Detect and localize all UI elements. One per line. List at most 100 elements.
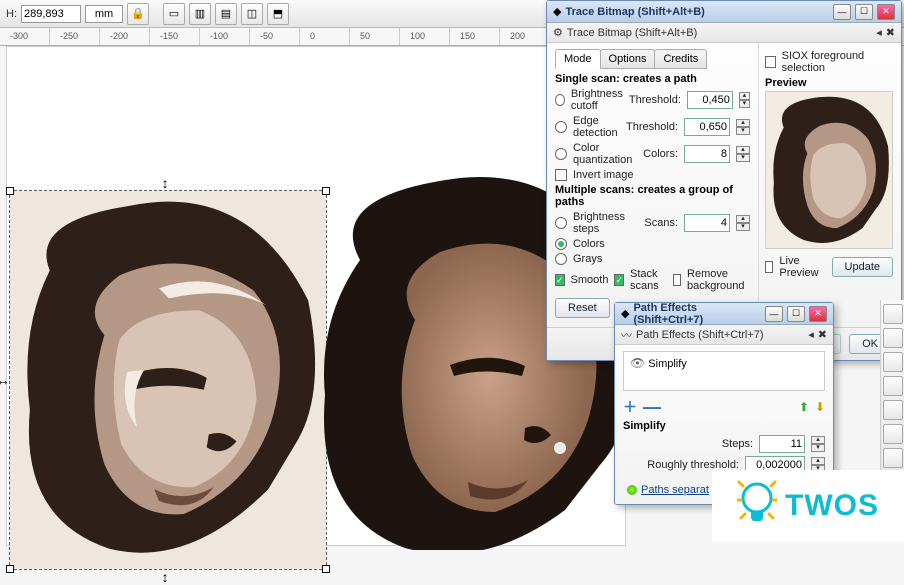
tool-icon-2[interactable]: ▥: [189, 3, 211, 25]
tool-icon-1[interactable]: ▭: [163, 3, 185, 25]
selection-handle-sw[interactable]: [6, 565, 14, 573]
removebg-label: Remove background: [687, 268, 750, 292]
radio-edge[interactable]: [555, 121, 567, 133]
tool-text-icon[interactable]: [883, 424, 903, 444]
threshold2-spinner[interactable]: ▴▾: [736, 119, 750, 135]
close-button[interactable]: ✕: [877, 4, 895, 20]
tool-align-icon[interactable]: [883, 400, 903, 420]
height-input[interactable]: [21, 5, 81, 23]
minimize-button[interactable]: —: [765, 306, 783, 322]
selection-arrow-n[interactable]: ↕: [162, 175, 169, 191]
live-label: Live Preview: [779, 255, 819, 279]
led-icon: [627, 485, 637, 495]
selection-handle-se[interactable]: [322, 565, 330, 573]
update-button[interactable]: Update: [832, 257, 893, 277]
steps-spinner[interactable]: ▴▾: [811, 436, 825, 452]
maximize-button[interactable]: ☐: [787, 306, 805, 322]
close-button[interactable]: ✕: [809, 306, 827, 322]
move-up-button[interactable]: ⬆: [799, 400, 809, 414]
check-siox[interactable]: [765, 56, 776, 68]
traced-vector-object[interactable]: ↕ ↕ ↔ ↔: [9, 190, 327, 570]
unit-selector[interactable]: mm: [85, 5, 123, 23]
tool-icon-4[interactable]: ◫: [241, 3, 263, 25]
move-down-button[interactable]: ⬇: [815, 400, 825, 414]
trace-titlebar[interactable]: ◆ Trace Bitmap (Shift+Alt+B) — ☐ ✕: [547, 1, 901, 23]
close-icon[interactable]: ✖: [818, 328, 827, 341]
steps-input[interactable]: [759, 435, 805, 453]
trace-tabs: Mode Options Credits: [555, 49, 750, 69]
smooth-label: Smooth: [571, 274, 609, 286]
tab-mode[interactable]: Mode: [555, 49, 601, 69]
lightbulb-icon: [737, 480, 777, 532]
steps-label: Steps:: [623, 438, 753, 450]
stack-label: Stack scans: [630, 268, 667, 292]
tool-doc-icon[interactable]: [883, 328, 903, 348]
threshold1-input[interactable]: [687, 91, 733, 109]
check-invert[interactable]: [555, 169, 567, 181]
edge-label: Edge detection: [573, 115, 620, 139]
brightness-label: Brightness cutoff: [571, 88, 623, 112]
tool-icon-5[interactable]: ⬒: [267, 3, 289, 25]
tool-icon-3[interactable]: ▤: [215, 3, 237, 25]
trace-subbar: ⚙ Trace Bitmap (Shift+Alt+B) ◂ ✖: [547, 23, 901, 43]
remove-effect-button[interactable]: —: [643, 403, 661, 411]
patheff-subbar: 〰 Path Effects (Shift+Ctrl+7) ◂ ✖: [615, 325, 833, 345]
gear-icon: ⚙: [553, 26, 563, 39]
check-live[interactable]: [765, 261, 773, 273]
invert-label: Invert image: [573, 169, 750, 181]
height-label: H:: [6, 8, 17, 20]
preview-thumbnail: [765, 91, 893, 249]
check-smooth[interactable]: [555, 274, 565, 286]
radio-bsteps[interactable]: [555, 217, 567, 229]
simplify-heading: Simplify: [623, 420, 825, 432]
paths-status: Paths separat: [641, 484, 709, 496]
vector-portrait: [10, 191, 326, 569]
radio-brightness[interactable]: [555, 94, 565, 106]
preview-label: Preview: [765, 77, 893, 89]
watermark: TWOS: [712, 470, 904, 542]
reset-button[interactable]: Reset: [555, 298, 610, 318]
effect-list[interactable]: 👁 Simplify: [623, 351, 825, 391]
chevron-left-icon[interactable]: ◂: [876, 26, 882, 39]
tool-xml-icon[interactable]: [883, 376, 903, 396]
threshold2-input[interactable]: [684, 118, 730, 136]
bsteps-label: Brightness steps: [573, 211, 638, 235]
colors-input[interactable]: [684, 145, 730, 163]
trace-title: Trace Bitmap (Shift+Alt+B): [565, 6, 829, 18]
threshold1-spinner[interactable]: ▴▾: [739, 92, 750, 108]
selection-handle-nw[interactable]: [6, 187, 14, 195]
tool-zoom-icon[interactable]: [883, 304, 903, 324]
patheff-titlebar[interactable]: ◆ Path Effects (Shift+Ctrl+7) — ☐ ✕: [615, 303, 833, 325]
single-scan-label: Single scan: creates a path: [555, 73, 750, 85]
colors-spinner[interactable]: ▴▾: [736, 146, 750, 162]
minimize-button[interactable]: —: [833, 4, 851, 20]
multi-scan-label: Multiple scans: creates a group of paths: [555, 184, 750, 208]
close-icon[interactable]: ✖: [886, 26, 895, 39]
inkscape-icon: ◆: [553, 5, 561, 18]
tool-layers-icon[interactable]: [883, 352, 903, 372]
visibility-icon[interactable]: 👁: [630, 356, 645, 370]
mcolors-label: Colors: [573, 238, 750, 250]
right-toolbar: [880, 300, 904, 472]
add-effect-button[interactable]: ＋: [623, 397, 637, 417]
path-icon: 〰: [621, 327, 632, 343]
siox-label: SIOX foreground selection: [782, 50, 893, 74]
selection-arrow-s[interactable]: ↕: [162, 569, 169, 585]
tool-prefs-icon[interactable]: [883, 448, 903, 468]
check-stack[interactable]: [614, 274, 624, 286]
lock-icon[interactable]: 🔒: [127, 3, 149, 25]
patheff-title: Path Effects (Shift+Ctrl+7): [633, 302, 761, 326]
radio-colors[interactable]: [555, 238, 567, 250]
effect-name: Simplify: [648, 358, 687, 370]
brand-text: TWOS: [785, 489, 879, 523]
scans-spinner[interactable]: ▴▾: [736, 215, 750, 231]
selection-arrow-w[interactable]: ↔: [0, 372, 10, 388]
tab-options[interactable]: Options: [600, 49, 656, 69]
chevron-left-icon[interactable]: ◂: [808, 328, 814, 341]
radio-colorq[interactable]: [555, 148, 567, 160]
scans-input[interactable]: [684, 214, 730, 232]
radio-grays[interactable]: [555, 253, 567, 265]
tab-credits[interactable]: Credits: [654, 49, 707, 69]
check-removebg[interactable]: [673, 274, 681, 286]
maximize-button[interactable]: ☐: [855, 4, 873, 20]
